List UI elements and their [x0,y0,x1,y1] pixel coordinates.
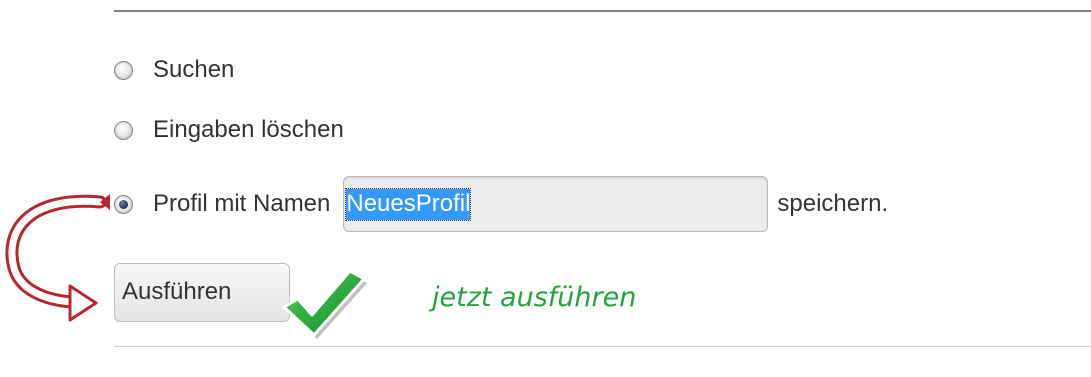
option-search[interactable]: Suchen [114,56,234,84]
option-clear-inputs[interactable]: Eingaben löschen [114,116,344,144]
bottom-divider [114,346,1091,347]
option-save-profile[interactable]: Profil mit Namen NeuesProfil speichern. [114,176,888,232]
radio-search[interactable] [114,60,133,80]
green-check-icon [282,269,367,339]
curved-arrow-icon [5,194,110,322]
option-search-label[interactable]: Suchen [153,56,234,84]
run-button[interactable]: Ausführen [114,263,290,322]
hint-text: jetzt ausführen [432,282,637,313]
top-divider [114,10,1091,12]
profile-name-input[interactable]: NeuesProfil [343,176,769,232]
option-save-profile-label-after: speichern. [777,190,889,217]
profile-name-value[interactable]: NeuesProfil [345,187,472,221]
option-save-profile-label-before[interactable]: Profil mit Namen [153,190,330,218]
radio-clear-inputs[interactable] [114,120,133,140]
option-clear-inputs-label[interactable]: Eingaben löschen [153,116,344,144]
